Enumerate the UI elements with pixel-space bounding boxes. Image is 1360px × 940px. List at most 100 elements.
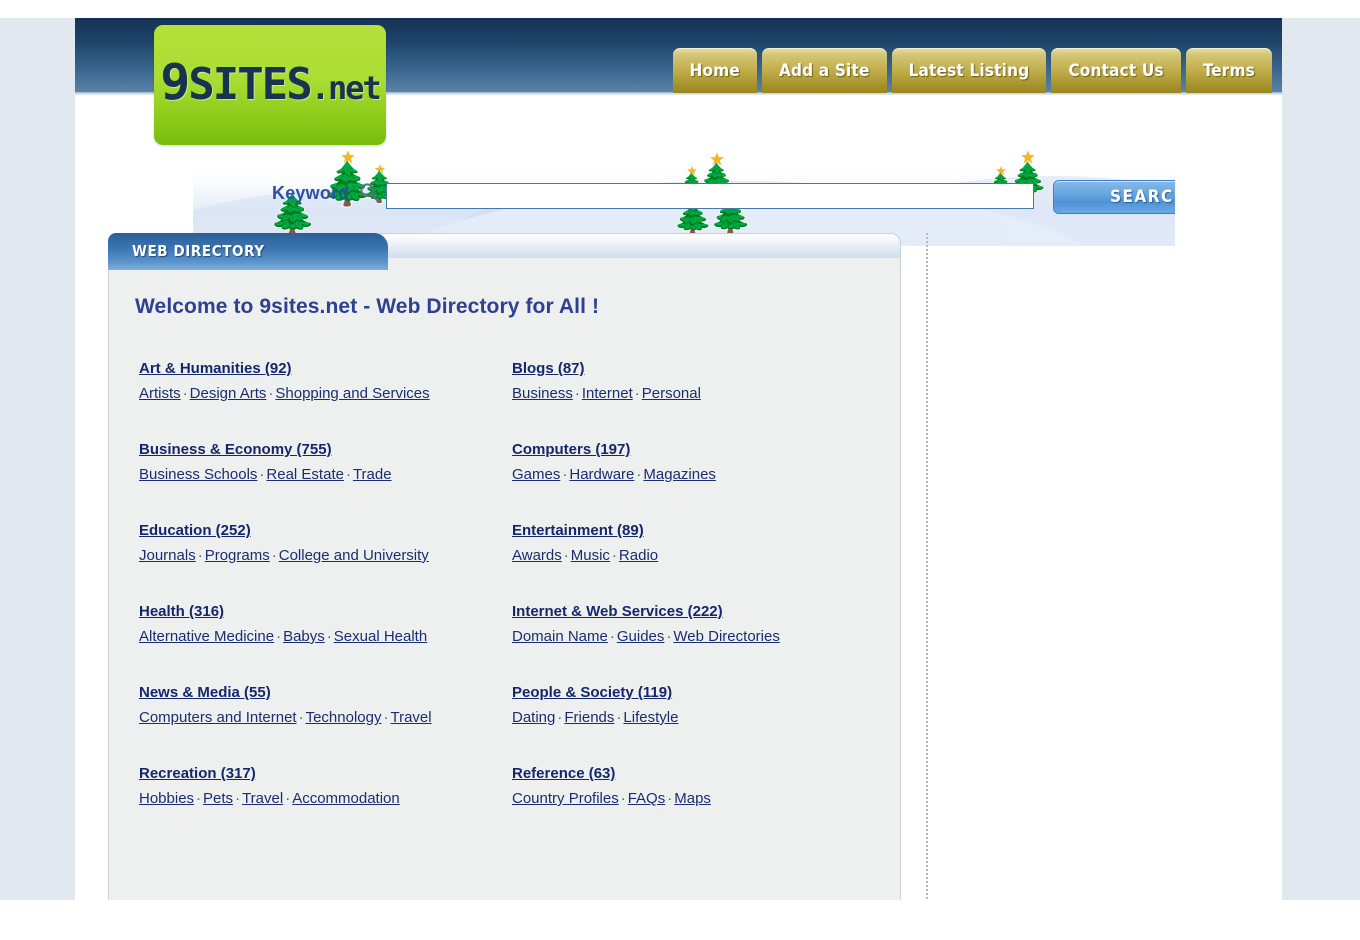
search-banner: ★ 🌲 ★ 🌲 ★ 🌲 ★ 🌲 🌲 🌲 ★ xyxy=(193,141,1175,246)
subcategory-link[interactable]: Real Estate xyxy=(266,466,344,483)
separator: · xyxy=(297,709,306,726)
subcategory-link[interactable]: Travel xyxy=(390,709,431,726)
separator: · xyxy=(274,628,283,645)
separator: · xyxy=(610,547,619,564)
category-title-link[interactable]: Reference (63) xyxy=(512,764,879,784)
subcategory-link[interactable]: Travel xyxy=(242,790,283,807)
category-health: Health (316) Alternative Medicine·Babys·… xyxy=(139,602,512,649)
subcategory-list: Artists·Design Arts·Shopping and Service… xyxy=(139,382,512,406)
category-title-link[interactable]: Business & Economy (755) xyxy=(139,440,512,460)
category-title-link[interactable]: News & Media (55) xyxy=(139,683,512,703)
subcategory-link[interactable]: Dating xyxy=(512,709,555,726)
subcategory-list: Alternative Medicine·Babys·Sexual Health xyxy=(139,625,512,649)
subcategory-link[interactable]: Hobbies xyxy=(139,790,194,807)
separator: · xyxy=(560,466,569,483)
subcategory-list: Computers and Internet·Technology·Travel xyxy=(139,706,512,730)
separator: · xyxy=(562,547,571,564)
sidebar-divider xyxy=(926,233,929,918)
category-title-link[interactable]: Art & Humanities (92) xyxy=(139,359,512,379)
category-title-link[interactable]: Entertainment (89) xyxy=(512,521,879,541)
subcategory-link[interactable]: Shopping and Services xyxy=(275,385,429,402)
subcategory-link[interactable]: Web Directories xyxy=(673,628,779,645)
nav-item-terms[interactable]: Terms xyxy=(1186,48,1272,93)
site-page: 9SITES.net Home Add a Site Latest Listin… xyxy=(75,18,1282,918)
subcategory-link[interactable]: Games xyxy=(512,466,560,483)
search-icon xyxy=(358,181,380,203)
category-internet-web-services: Internet & Web Services (222) Domain Nam… xyxy=(512,602,879,649)
nav-item-add-a-site[interactable]: Add a Site xyxy=(762,48,887,93)
subcategory-link[interactable]: Babys xyxy=(283,628,325,645)
category-title-link[interactable]: Computers (197) xyxy=(512,440,879,460)
web-directory-panel: WEB DIRECTORY Welcome to 9sites.net - We… xyxy=(108,233,901,918)
subcategory-link[interactable]: Design Arts xyxy=(190,385,267,402)
nav-item-latest-listing[interactable]: Latest Listing xyxy=(892,48,1047,93)
nav-label-home: Home xyxy=(690,61,740,81)
subcategory-link[interactable]: Maps xyxy=(674,790,711,807)
category-title-link[interactable]: Health (316) xyxy=(139,602,512,622)
subcategory-link[interactable]: Business Schools xyxy=(139,466,257,483)
nav-item-contact-us[interactable]: Contact Us xyxy=(1051,48,1180,93)
subcategory-link[interactable]: Internet xyxy=(582,385,633,402)
site-logo[interactable]: 9SITES.net xyxy=(154,25,386,145)
subcategory-link[interactable]: Country Profiles xyxy=(512,790,619,807)
category-reference: Reference (63) Country Profiles·FAQs·Map… xyxy=(512,764,879,811)
panel-tab-web-directory[interactable]: WEB DIRECTORY xyxy=(108,233,388,270)
nav-item-home[interactable]: Home xyxy=(673,48,757,93)
category-news-media: News & Media (55) Computers and Internet… xyxy=(139,683,512,730)
separator: · xyxy=(325,628,334,645)
subcategory-link[interactable]: Programs xyxy=(205,547,270,564)
separator: · xyxy=(196,547,205,564)
category-title-link[interactable]: Internet & Web Services (222) xyxy=(512,602,879,622)
category-people-society: People & Society (119) Dating·Friends·Li… xyxy=(512,683,879,730)
separator: · xyxy=(194,790,203,807)
subcategory-link[interactable]: Music xyxy=(571,547,610,564)
subcategory-link[interactable]: Alternative Medicine xyxy=(139,628,274,645)
separator: · xyxy=(633,385,642,402)
subcategory-link[interactable]: Hardware xyxy=(569,466,634,483)
subcategory-link[interactable]: Awards xyxy=(512,547,562,564)
search-button[interactable]: SEARCH xyxy=(1053,180,1175,214)
subcategory-link[interactable]: Domain Name xyxy=(512,628,608,645)
separator: · xyxy=(233,790,242,807)
subcategory-list: Games·Hardware·Magazines xyxy=(512,463,879,487)
subcategory-link[interactable]: Trade xyxy=(353,466,392,483)
subcategory-link[interactable]: Friends xyxy=(564,709,614,726)
search-input[interactable] xyxy=(386,183,1034,209)
subcategory-link[interactable]: Guides xyxy=(617,628,665,645)
separator: · xyxy=(555,709,564,726)
separator: · xyxy=(665,790,674,807)
subcategory-link[interactable]: Computers and Internet xyxy=(139,709,297,726)
subcategory-link[interactable]: Accommodation xyxy=(292,790,400,807)
category-title-link[interactable]: Education (252) xyxy=(139,521,512,541)
nav-label-contact-us: Contact Us xyxy=(1068,61,1163,81)
subcategory-link[interactable]: Artists xyxy=(139,385,181,402)
subcategory-list: Dating·Friends·Lifestyle xyxy=(512,706,879,730)
category-title-link[interactable]: Blogs (87) xyxy=(512,359,879,379)
subcategory-link[interactable]: Journals xyxy=(139,547,196,564)
left-gutter xyxy=(0,18,75,918)
subcategory-link[interactable]: College and University xyxy=(279,547,429,564)
subcategory-link[interactable]: Business xyxy=(512,385,573,402)
category-business-economy: Business & Economy (755) Business School… xyxy=(139,440,512,487)
subcategory-link[interactable]: Personal xyxy=(642,385,701,402)
category-grid: Art & Humanities (92) Artists·Design Art… xyxy=(139,359,879,845)
category-title-link[interactable]: Recreation (317) xyxy=(139,764,512,784)
subcategory-link[interactable]: Technology xyxy=(306,709,382,726)
separator: · xyxy=(344,466,353,483)
separator: · xyxy=(270,547,279,564)
subcategory-link[interactable]: Radio xyxy=(619,547,658,564)
subcategory-link[interactable]: FAQs xyxy=(628,790,666,807)
subcategory-list: Business·Internet·Personal xyxy=(512,382,879,406)
subcategory-list: Journals·Programs·College and University xyxy=(139,544,512,568)
keyword-label: Keyword xyxy=(272,183,349,204)
separator: · xyxy=(608,628,617,645)
page-viewport: 9SITES.net Home Add a Site Latest Listin… xyxy=(0,0,1360,940)
search-button-label: SEARCH xyxy=(1110,187,1175,207)
subcategory-list: Country Profiles·FAQs·Maps xyxy=(512,787,879,811)
category-title-link[interactable]: People & Society (119) xyxy=(512,683,879,703)
subcategory-link[interactable]: Lifestyle xyxy=(623,709,678,726)
subcategory-link[interactable]: Magazines xyxy=(643,466,716,483)
subcategory-link[interactable]: Sexual Health xyxy=(334,628,427,645)
separator: · xyxy=(181,385,190,402)
subcategory-link[interactable]: Pets xyxy=(203,790,233,807)
